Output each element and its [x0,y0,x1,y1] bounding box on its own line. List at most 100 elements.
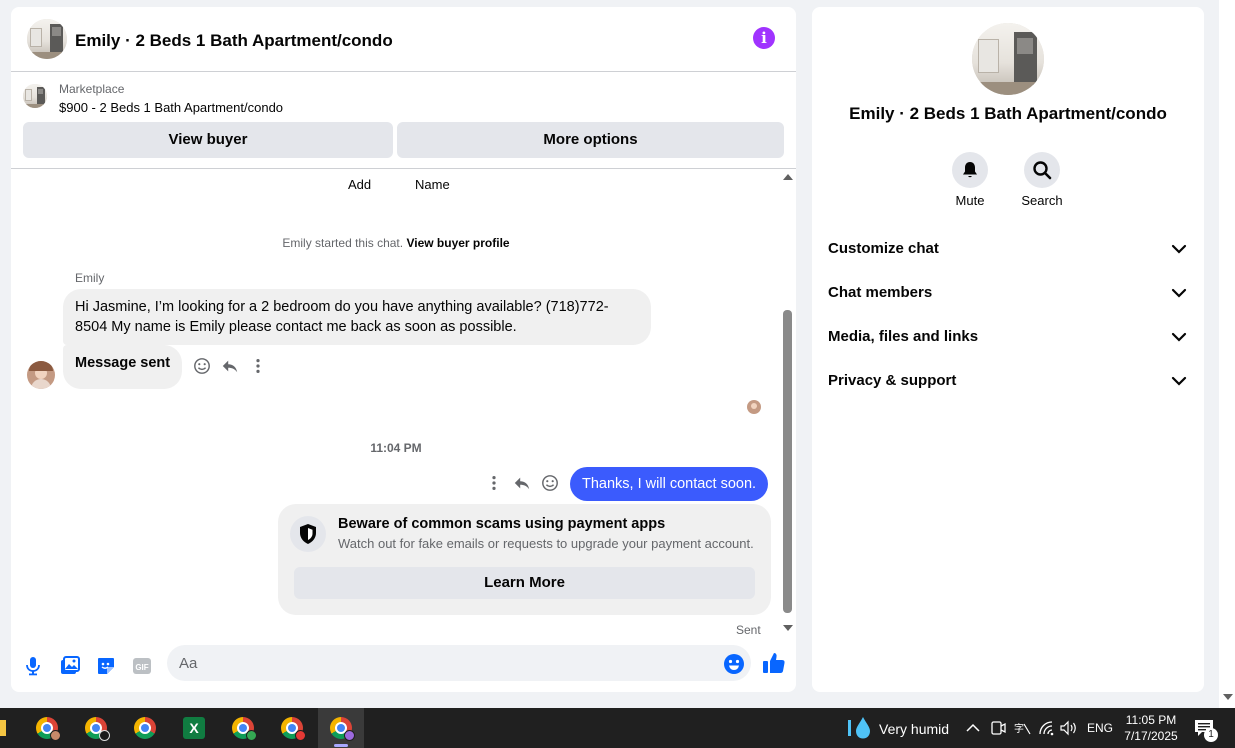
scam-warning-card: Beware of common scams using payment app… [278,504,771,615]
weather-text[interactable]: Very humid [879,721,949,737]
search-label: Search [1021,193,1063,208]
language-indicator[interactable]: ENG [1087,721,1113,735]
conversation-avatar[interactable] [27,19,67,59]
marketplace-label: Marketplace [59,82,125,96]
outgoing-message[interactable]: Thanks, I will contact soon. [570,467,769,501]
section-privacy-support[interactable]: Privacy & support [812,359,1204,403]
reply-icon[interactable] [221,357,239,375]
smiley-icon[interactable] [193,357,211,375]
chat-started-text: Emily started this chat. [282,236,404,250]
listing-thumbnail[interactable] [23,84,47,108]
scam-warning-title: Beware of common scams using payment app… [338,516,666,532]
mute-button[interactable] [952,152,988,188]
notification-count: 1 [1204,728,1218,742]
conversation-title[interactable]: Emily · 2 Beds 1 Bath Apartment/condo [75,31,393,51]
section-label: Media, files and links [828,328,979,345]
taskbar-chrome-4[interactable] [220,708,266,748]
photo-icon[interactable] [60,656,80,676]
message-input[interactable] [167,645,751,681]
scam-warning-subtitle: Watch out for fake emails or requests to… [338,536,754,551]
system-clock[interactable]: 11:05 PM 7/17/2025 [1116,712,1186,744]
incoming-message[interactable]: Hi Jasmine, I’m looking for a 2 bedroom … [63,289,651,345]
page-scrollbar[interactable] [1219,0,1235,708]
profile-badge [246,730,257,741]
smiley-icon[interactable] [541,474,559,492]
file-explorer-icon[interactable] [0,720,6,736]
add-label: Add [348,177,372,192]
learn-more-button[interactable]: Learn More [294,567,755,599]
water-drop-icon[interactable] [848,716,874,740]
sticker-icon[interactable] [96,656,116,676]
shield-badge [290,516,326,552]
sender-avatar[interactable] [27,361,55,389]
meet-icon[interactable] [990,720,1006,736]
view-buyer-button[interactable]: View buyer [23,122,393,158]
taskbar-chrome-6[interactable] [318,708,364,748]
view-buyer-profile-link[interactable]: View buyer profile [406,236,509,250]
search-button[interactable] [1024,152,1060,188]
taskbar-chrome-5[interactable] [269,708,315,748]
section-label: Privacy & support [828,372,957,389]
scroll-down-arrow[interactable] [1223,694,1233,700]
taskbar-chrome-3[interactable] [122,708,168,748]
profile-badge [50,730,61,741]
profile-avatar[interactable] [972,23,1044,95]
listing-title[interactable]: $900 - 2 Beds 1 Bath Apartment/condo [59,100,283,115]
shield-icon [300,524,316,544]
name-label: Name [415,177,450,192]
clock-date: 7/17/2025 [1124,729,1178,743]
profile-badge [344,730,355,741]
bell-icon [963,162,977,178]
more-vertical-icon[interactable] [485,474,503,492]
search-icon [1033,161,1052,180]
gif-icon[interactable]: GIF [132,656,152,676]
reply-icon[interactable] [513,474,531,492]
sender-name: Emily [75,271,105,285]
outgoing-message-actions [485,474,559,492]
section-media-files-links[interactable]: Media, files and links [812,315,1204,359]
section-chat-members[interactable]: Chat members [812,271,1204,315]
more-vertical-icon[interactable] [249,357,267,375]
message-list[interactable]: Add Name Emily started this chat. View b… [11,169,796,639]
scrollbar-thumb[interactable] [783,310,792,613]
ime-icon[interactable]: 字 [1013,720,1031,736]
section-label: Chat members [828,284,933,301]
excel-icon: X [183,717,205,739]
chevron-down-icon [1171,332,1187,342]
message-scrollbar[interactable] [781,169,795,639]
info-icon[interactable]: i [753,27,775,49]
section-label: Customize chat [828,240,939,257]
emoji-icon[interactable] [723,653,745,675]
profile-badge [99,730,110,741]
svg-text:GIF: GIF [135,663,148,672]
svg-text:字: 字 [1014,722,1024,735]
profile-badge [295,730,306,741]
taskbar-excel[interactable]: X [171,708,217,748]
incoming-message-status[interactable]: Message sent [63,345,183,389]
wifi-icon[interactable] [1038,720,1056,736]
chrome-icon [134,717,156,739]
chat-header: Emily · 2 Beds 1 Bath Apartment/condo i [11,7,796,72]
message-composer: GIF [11,639,796,692]
taskbar-chrome-1[interactable] [24,708,70,748]
info-panel-title: Emily · 2 Beds 1 Bath Apartment/condo [849,104,1167,123]
section-customize-chat[interactable]: Customize chat [812,227,1204,271]
taskbar-chrome-2[interactable] [73,708,119,748]
microphone-icon[interactable] [25,656,41,676]
more-options-button[interactable]: More options [397,122,784,158]
chevron-down-icon [1171,244,1187,254]
scroll-up-arrow[interactable] [783,174,793,180]
timestamp-divider: 11:04 PM [370,441,422,455]
incoming-message-actions [193,357,267,375]
read-receipt-avatar [747,400,761,414]
mute-label: Mute [955,193,985,208]
sent-status: Sent [736,623,761,637]
volume-icon[interactable] [1060,720,1078,736]
chat-info-panel: Emily · 2 Beds 1 Bath Apartment/condo Mu… [812,7,1204,692]
thumbs-up-icon[interactable] [762,651,786,675]
chevron-up-icon[interactable] [966,723,980,733]
scroll-down-arrow[interactable] [783,625,793,631]
windows-taskbar: X Very humid 字 ENG 11:05 PM 7/17/2025 1 [0,708,1235,748]
marketplace-bar: Marketplace $900 - 2 Beds 1 Bath Apartme… [11,72,796,169]
chevron-down-icon [1171,288,1187,298]
